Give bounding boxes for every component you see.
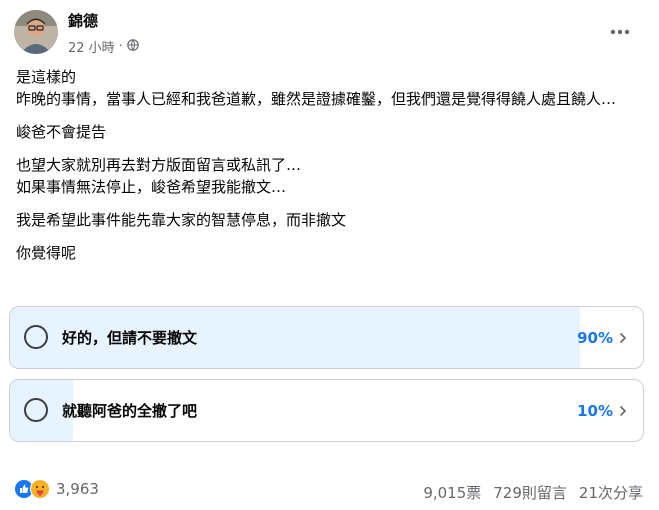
- meta-separator: ·: [118, 39, 123, 54]
- reactions-summary[interactable]: 3,963: [14, 479, 99, 499]
- percent-text: 90%: [577, 328, 613, 347]
- post-line: 如果事情無法停止，峻爸希望我能撤文…: [16, 178, 287, 196]
- shares-count[interactable]: 21次分享: [579, 482, 643, 503]
- reaction-count: 3,963: [56, 480, 99, 498]
- poll-option-label: 好的，但請不要撤文: [62, 329, 198, 347]
- post-footer: 3,963 9,015票 729則留言 21次分享: [0, 476, 659, 506]
- post-line: 昨晚的事情，當事人已經和我爸道歉，雖然是證據確鑿，但我們還是覺得得饒人處且饒人…: [16, 90, 617, 108]
- post-time[interactable]: 22 小時: [68, 37, 115, 56]
- more-options-button[interactable]: [604, 20, 636, 44]
- post-line: 峻爸不會提告: [16, 123, 107, 141]
- percent-text: 10%: [577, 401, 613, 420]
- care-icon: [30, 479, 50, 499]
- radio-button[interactable]: [24, 325, 48, 349]
- post-line: 是這樣的: [16, 68, 77, 86]
- post-line: 也望大家就別再去對方版面留言或私訊了…: [16, 156, 302, 174]
- radio-button[interactable]: [24, 398, 48, 422]
- poll-option-label: 就聽阿爸的全撤了吧: [62, 402, 198, 420]
- chevron-right-icon: [619, 332, 627, 343]
- chevron-right-icon: [619, 405, 627, 416]
- post-stats: 9,015票 729則留言 21次分享: [423, 482, 643, 503]
- globe-icon: [127, 38, 139, 55]
- poll-option-percent: 90%: [577, 307, 627, 368]
- votes-count[interactable]: 9,015票: [423, 482, 481, 503]
- ellipsis-icon: [610, 29, 630, 35]
- author-name[interactable]: 錦德: [68, 10, 98, 31]
- comments-count[interactable]: 729則留言: [493, 482, 567, 503]
- post-line: 我是希望此事件能先靠大家的智慧停息，而非撤文: [16, 211, 347, 229]
- poll-option-2[interactable]: 就聽阿爸的全撤了吧 10%: [9, 379, 644, 442]
- poll-option-percent: 10%: [577, 380, 627, 441]
- poll-option-1[interactable]: 好的，但請不要撤文 90%: [9, 306, 644, 369]
- post-meta: 22 小時 ·: [68, 37, 139, 56]
- post-line: 你覺得呢: [16, 244, 77, 262]
- post-body: 是這樣的 昨晚的事情，當事人已經和我爸道歉，雖然是證據確鑿，但我們還是覺得得饒人…: [16, 66, 646, 264]
- avatar[interactable]: [14, 10, 58, 54]
